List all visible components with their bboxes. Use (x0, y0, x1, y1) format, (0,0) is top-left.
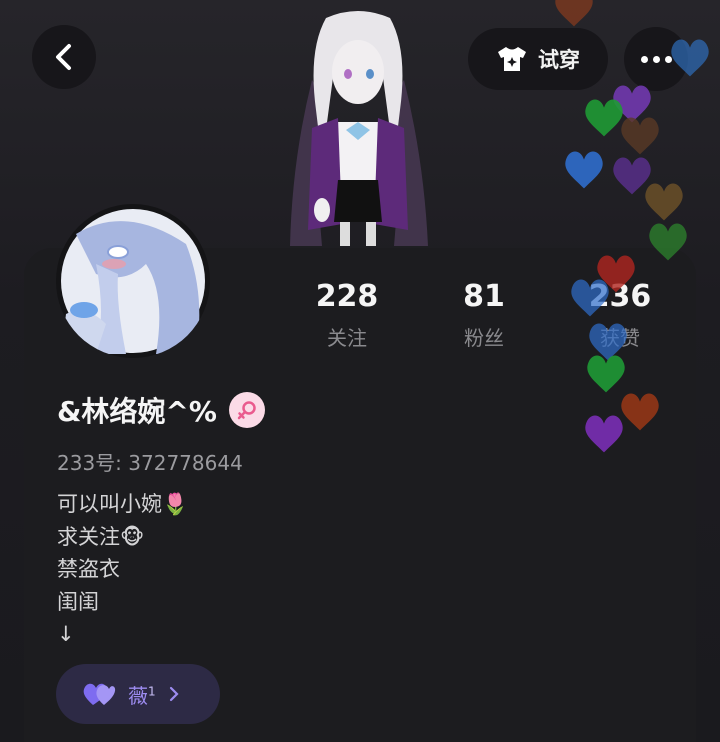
following-label: 关注 (327, 326, 367, 350)
badge-name: 薇1 (128, 683, 156, 708)
heart-icon (585, 99, 623, 137)
avatar-character-image[interactable] (282, 10, 434, 252)
followers-label: 粉丝 (464, 326, 504, 350)
try-on-button[interactable]: 试穿 (468, 28, 608, 90)
tshirt-icon (498, 47, 526, 71)
more-dots-icon (640, 55, 648, 63)
bio-line: 可以叫小婉🌷 (57, 492, 189, 516)
user-id: 233号: 372778644 (57, 451, 243, 475)
chevron-right-icon (169, 686, 179, 702)
more-options-button[interactable] (624, 27, 688, 91)
heart-icon (613, 157, 651, 195)
heart-icon (645, 183, 683, 221)
female-icon (228, 392, 265, 428)
badge-level: 1 (148, 683, 156, 698)
heart-icon (621, 117, 659, 155)
followers-stat[interactable]: 81 粉丝 (424, 278, 544, 351)
chevron-left-icon (56, 44, 71, 70)
bio-line: 闺闺 (57, 589, 99, 614)
stats-row: 228 关注 81 粉丝 236 获赞 (0, 278, 720, 358)
try-on-label: 试穿 (538, 48, 580, 72)
back-button[interactable] (32, 25, 96, 89)
followers-count: 81 (463, 279, 505, 314)
bio-line: ↓ (57, 622, 75, 646)
likes-label: 获赞 (600, 326, 640, 350)
heart-icon (83, 683, 116, 705)
following-stat[interactable]: 228 关注 (287, 278, 407, 351)
bio: 可以叫小婉🌷 求关注🐵 禁盗衣 闺闺 ↓ (57, 488, 188, 651)
following-count: 228 (315, 279, 379, 314)
bio-line: 求关注🐵 (57, 524, 145, 549)
heart-icon (555, 0, 593, 27)
heart-icon (613, 85, 651, 123)
username: &林络婉^% (57, 395, 217, 428)
name-row: &林络婉^% (57, 390, 265, 430)
likes-stat[interactable]: 236 获赞 (560, 278, 680, 351)
likes-count: 236 (588, 279, 652, 314)
relationship-badge-button[interactable]: 薇1 (56, 664, 220, 724)
bio-line: 禁盗衣 (57, 557, 120, 581)
heart-icon (565, 151, 603, 189)
